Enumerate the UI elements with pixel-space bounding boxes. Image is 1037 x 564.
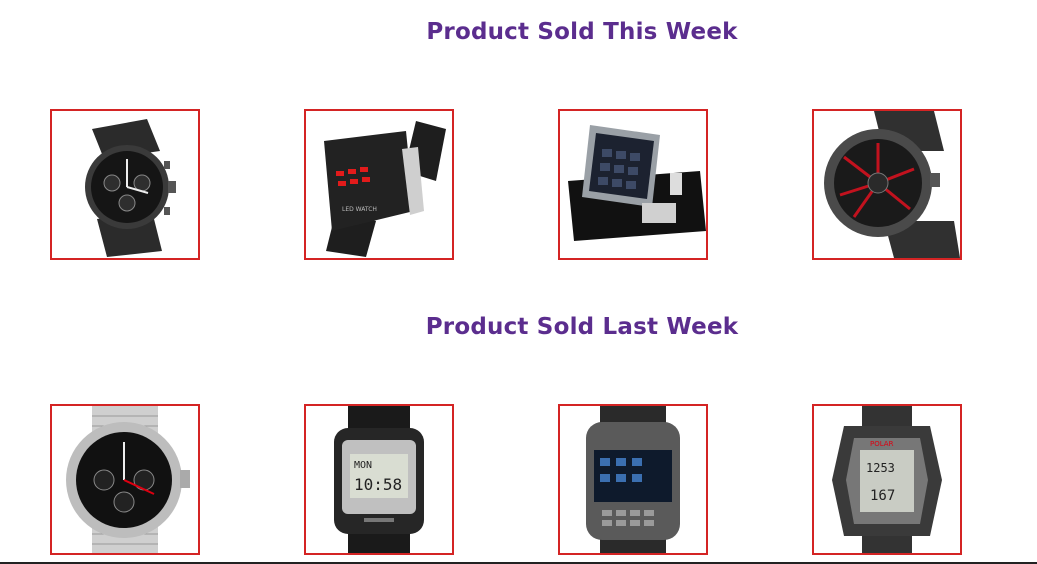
svg-text:LED WATCH: LED WATCH: [342, 206, 377, 213]
steel-chronograph-watch-icon: [66, 406, 190, 553]
touchscreen-phone-watch-icon: [568, 125, 706, 241]
product-card-this-week-3[interactable]: [558, 109, 708, 260]
digital-databank-watch-icon: MON 10:58: [334, 406, 424, 553]
led-watch-icon: LED WATCH: [324, 121, 446, 257]
product-card-this-week-4[interactable]: [812, 109, 962, 260]
pilot-chronograph-watch-icon: [85, 119, 176, 257]
svg-text:POLAR: POLAR: [870, 440, 894, 448]
polar-heart-rate-watch-icon: POLAR 1253 167: [832, 406, 942, 553]
section-title-this-week: Product Sold This Week: [426, 19, 738, 45]
section-title-last-week: Product Sold Last Week: [425, 314, 739, 340]
svg-text:MON: MON: [354, 460, 372, 471]
keypad-phone-watch-icon: [586, 406, 680, 553]
product-card-last-week-4[interactable]: POLAR 1253 167: [812, 404, 962, 555]
svg-text:10:58: 10:58: [354, 475, 402, 494]
product-card-last-week-1[interactable]: [50, 404, 200, 555]
product-card-this-week-2[interactable]: LED WATCH: [304, 109, 454, 260]
svg-text:167: 167: [870, 488, 895, 504]
product-card-last-week-3[interactable]: [558, 404, 708, 555]
product-card-last-week-2[interactable]: MON 10:58: [304, 404, 454, 555]
product-card-this-week-1[interactable]: [50, 109, 200, 260]
turbine-sport-watch-icon: [824, 111, 960, 258]
svg-text:1253: 1253: [866, 461, 895, 475]
